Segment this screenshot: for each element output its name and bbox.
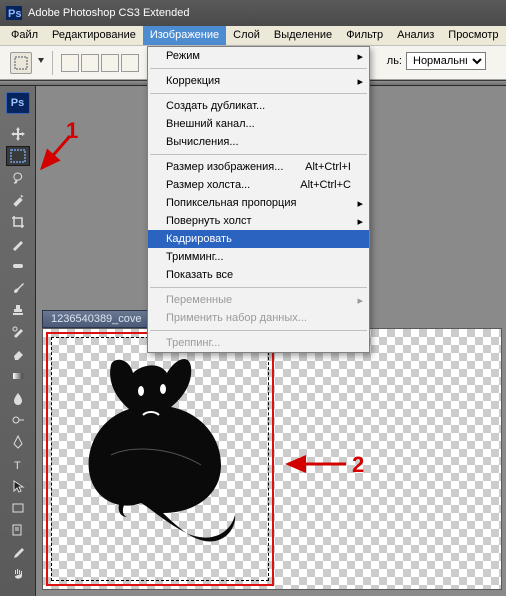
lasso-tool-icon[interactable] (6, 168, 30, 188)
menu-separator (150, 93, 367, 94)
svg-text:Ps: Ps (8, 8, 21, 20)
preset-button[interactable] (101, 54, 119, 72)
menu-item[interactable]: Режим ▸ (148, 47, 369, 65)
tools-panel: Ps T (0, 86, 36, 596)
menu-item-label: Внешний канал... (166, 118, 255, 130)
style-label: ль: (387, 55, 402, 67)
gradient-tool-icon[interactable] (6, 366, 30, 386)
blur-tool-icon[interactable] (6, 388, 30, 408)
move-tool-icon[interactable] (6, 124, 30, 144)
menu-item-label: Создать дубликат... (166, 100, 265, 112)
app-title: Adobe Photoshop CS3 Extended (28, 7, 189, 19)
menu-item[interactable]: Повернуть холст ▸ (148, 212, 369, 230)
menu-item-редактирование[interactable]: Редактирование (45, 26, 143, 45)
menu-item[interactable]: Внешний канал... (148, 115, 369, 133)
active-tool-icon[interactable] (10, 52, 32, 74)
menu-item[interactable]: Размер изображения... Alt+Ctrl+I (148, 158, 369, 176)
menu-item-label: Режим (166, 50, 200, 62)
brush-tool-icon[interactable] (6, 278, 30, 298)
submenu-arrow-icon: ▸ (357, 197, 363, 210)
notes-tool-icon[interactable] (6, 520, 30, 540)
menu-item-label: Тримминг... (166, 251, 224, 263)
menu-separator (150, 68, 367, 69)
menu-item-label: Вычисления... (166, 136, 239, 148)
menu-item[interactable]: Попиксельная пропорция ▸ (148, 194, 369, 212)
menu-item-label: Размер изображения... (166, 161, 283, 173)
document-tab[interactable]: 1236540389_cove (42, 310, 151, 328)
app-logo-icon: Ps (6, 6, 22, 20)
stamp-tool-icon[interactable] (6, 300, 30, 320)
menu-item[interactable]: Кадрировать (148, 230, 369, 248)
submenu-arrow-icon: ▸ (357, 294, 363, 307)
menu-item-слой[interactable]: Слой (226, 26, 267, 45)
canvas-artwork (71, 355, 251, 565)
menu-item[interactable]: Тримминг... (148, 248, 369, 266)
dropdown-caret-icon[interactable] (38, 58, 44, 68)
crop-tool-icon[interactable] (6, 212, 30, 232)
menu-item: Применить набор данных... (148, 309, 369, 327)
menu-item-label: Повернуть холст (166, 215, 252, 227)
menu-item: Треппинг... (148, 334, 369, 352)
menu-item-фильтр[interactable]: Фильтр (339, 26, 390, 45)
menu-bar: ФайлРедактированиеИзображениеСлойВыделен… (0, 26, 506, 46)
preset-button[interactable] (121, 54, 139, 72)
menu-item-файл[interactable]: Файл (4, 26, 45, 45)
wand-tool-icon[interactable] (6, 190, 30, 210)
shape-tool-icon[interactable] (6, 498, 30, 518)
style-select[interactable]: Нормальный (406, 52, 486, 70)
menu-item-label: Переменные (166, 294, 232, 306)
eyedropper-tool-icon[interactable] (6, 542, 30, 562)
layout-presets (61, 54, 139, 72)
history-brush-tool-icon[interactable] (6, 322, 30, 342)
menu-item-label: Кадрировать (166, 233, 232, 245)
submenu-arrow-icon: ▸ (357, 75, 363, 88)
menu-item-просмотр[interactable]: Просмотр (441, 26, 505, 45)
path-select-tool-icon[interactable] (6, 476, 30, 496)
menu-item[interactable]: Создать дубликат... (148, 97, 369, 115)
dodge-tool-icon[interactable] (6, 410, 30, 430)
menu-separator (150, 330, 367, 331)
menu-item-label: Размер холста... (166, 179, 250, 191)
menu-item[interactable]: Размер холста... Alt+Ctrl+C (148, 176, 369, 194)
menu-item[interactable]: Коррекция ▸ (148, 72, 369, 90)
menu-item[interactable]: Вычисления... (148, 133, 369, 151)
menu-item-label: Коррекция (166, 75, 220, 87)
marquee-tool-icon[interactable] (6, 146, 30, 166)
svg-text:T: T (14, 460, 21, 471)
pen-tool-icon[interactable] (6, 432, 30, 452)
menu-item-label: Применить набор данных... (166, 312, 307, 324)
menu-item-label: Показать все (166, 269, 233, 281)
document-window[interactable] (42, 328, 502, 590)
eraser-tool-icon[interactable] (6, 344, 30, 364)
menu-item[interactable]: Показать все (148, 266, 369, 284)
submenu-arrow-icon: ▸ (357, 215, 363, 228)
slice-tool-icon[interactable] (6, 234, 30, 254)
submenu-arrow-icon: ▸ (357, 50, 363, 63)
menu-item: Переменные ▸ (148, 291, 369, 309)
preset-button[interactable] (61, 54, 79, 72)
menu-item-изображение[interactable]: Изображение (143, 26, 226, 45)
image-menu-dropdown: Режим ▸ Коррекция ▸ Создать дубликат... Внешн… (147, 46, 370, 353)
document-tab-label: 1236540389_cove (51, 313, 142, 325)
separator (52, 51, 53, 75)
menu-separator (150, 287, 367, 288)
type-tool-icon[interactable]: T (6, 454, 30, 474)
menu-item-shortcut: Alt+Ctrl+I (305, 161, 351, 173)
title-bar: Ps Adobe Photoshop CS3 Extended (0, 0, 506, 26)
menu-item-выделение[interactable]: Выделение (267, 26, 339, 45)
menu-item-shortcut: Alt+Ctrl+C (300, 179, 351, 191)
menu-item-label: Треппинг... (166, 337, 220, 349)
ps-badge-icon: Ps (6, 92, 30, 114)
hand-tool-icon[interactable] (6, 564, 30, 584)
menu-item-анализ[interactable]: Анализ (390, 26, 441, 45)
menu-item-label: Попиксельная пропорция (166, 197, 296, 209)
preset-button[interactable] (81, 54, 99, 72)
heal-tool-icon[interactable] (6, 256, 30, 276)
menu-separator (150, 154, 367, 155)
